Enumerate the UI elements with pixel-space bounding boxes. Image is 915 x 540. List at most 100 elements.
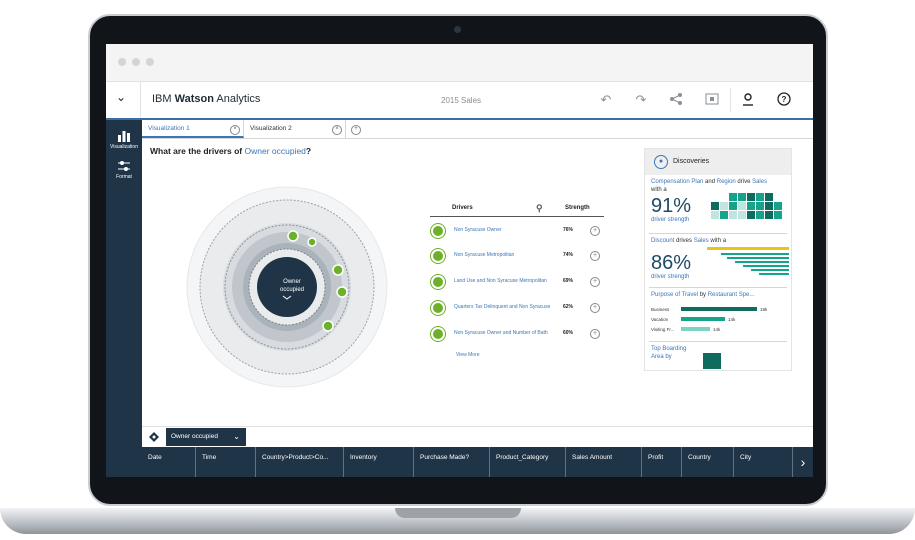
driver-indicator: [433, 303, 443, 313]
driver-label[interactable]: Quarters Tax Delinquent and Non Syracuse: [454, 304, 550, 310]
search-icon[interactable]: ⚲: [536, 203, 543, 214]
window-dot-1[interactable]: [118, 58, 126, 66]
question-target[interactable]: Owner occupied: [244, 146, 305, 156]
column-bar: Date Time Country>Product>Co... Inventor…: [142, 447, 813, 477]
view-more-link[interactable]: View More: [456, 352, 480, 358]
card2-bars: [707, 247, 789, 275]
card-separator: [649, 287, 787, 288]
undo-icon[interactable]: ↶: [598, 92, 614, 108]
redo-icon[interactable]: ↷: [633, 92, 649, 108]
header-divider: [140, 82, 141, 118]
driver-node[interactable]: [322, 320, 334, 332]
discoveries-panel: ● Discoveries Compensation Plan and Regi…: [644, 148, 792, 371]
laptop-notch: [395, 508, 521, 518]
save-icon[interactable]: [704, 92, 720, 108]
driver-node[interactable]: [307, 237, 317, 247]
webcam-icon: [454, 26, 461, 33]
card4-line2: Area by: [651, 354, 672, 360]
card3-bar-value: 14k: [728, 317, 736, 322]
card2-text: Discount drives Sales with a: [651, 237, 726, 245]
driver-strength: 76%: [563, 227, 574, 233]
tab-bar: Visualization 1 × Visualization 2 × +: [142, 120, 813, 139]
brand-prefix: IBM: [152, 93, 172, 105]
card1-part1: Compensation Plan: [651, 179, 704, 185]
svg-text:?: ?: [782, 95, 787, 104]
close-icon[interactable]: ×: [332, 125, 342, 135]
driver-node[interactable]: [336, 286, 348, 298]
driver-row[interactable]: Non Syracuse Metropolitan 74% +: [430, 247, 604, 267]
window-dot-2[interactable]: [132, 58, 140, 66]
column-city[interactable]: City: [734, 447, 793, 477]
sidebar-item-visualization[interactable]: Visualization: [106, 130, 142, 150]
column-inventory[interactable]: Inventory: [344, 447, 414, 477]
target-dropdown[interactable]: Owner occupied ⌄: [166, 428, 246, 446]
card3-part2: by: [698, 292, 708, 298]
driver-node[interactable]: [287, 230, 299, 242]
chevron-right-icon[interactable]: ›: [793, 447, 813, 477]
driver-label[interactable]: Non Syracuse Owner and Number of Bath: [454, 330, 548, 336]
dataset-name: 2015 Sales: [441, 96, 482, 105]
column-sales-amount[interactable]: Sales Amount: [566, 447, 642, 477]
tab-visualization-1[interactable]: Visualization 1 ×: [142, 120, 244, 138]
tab-label: Visualization 1: [148, 125, 190, 132]
driver-label[interactable]: Land Use and Non Syracuse Metropolitan: [454, 278, 547, 284]
card3-part3: Restaurant Spe...: [707, 292, 755, 298]
column-country[interactable]: Country: [682, 447, 734, 477]
chevron-down-icon: ⌄: [233, 432, 240, 441]
share-icon[interactable]: [668, 92, 684, 108]
help-icon[interactable]: ?: [776, 92, 792, 108]
card4-text: Top Boarding Area by: [651, 345, 686, 361]
tab-label: Visualization 2: [250, 125, 292, 132]
driver-row[interactable]: Non Syracuse Owner 76% +: [430, 222, 604, 242]
card1-part2: and: [703, 179, 717, 185]
driver-node[interactable]: [332, 264, 344, 276]
card3-part1: Purpose of Travel: [651, 292, 699, 298]
driver-strength: 69%: [563, 278, 574, 284]
driver-row[interactable]: Non Syracuse Owner and Number of Bath 60…: [430, 325, 604, 345]
column-product-category[interactable]: Product_Category: [490, 447, 566, 477]
driver-label[interactable]: Non Syracuse Metropolitan: [454, 252, 514, 258]
screen: ⌄ IBM Watson Analytics 2015 Sales ↶ ↷ ? …: [106, 44, 813, 477]
add-icon[interactable]: +: [590, 251, 600, 261]
driver-indicator: [433, 226, 443, 236]
drivers-header: Drivers ⚲ Strength: [430, 202, 604, 217]
strength-col-label: Strength: [565, 205, 590, 211]
chevron-down-icon[interactable]: ⌄: [116, 90, 130, 108]
tab-visualization-2[interactable]: Visualization 2 ×: [244, 120, 346, 138]
column-time[interactable]: Time: [196, 447, 256, 477]
lightbulb-icon: ●: [654, 155, 668, 169]
add-icon[interactable]: +: [590, 277, 600, 287]
window-dot-3[interactable]: [146, 58, 154, 66]
column-profit[interactable]: Profit: [642, 447, 682, 477]
target-dropdown-label: Owner occupied: [171, 433, 218, 440]
add-icon[interactable]: +: [590, 303, 600, 313]
card4-line1: Top Boarding: [651, 346, 687, 352]
center-label-line2: occupied: [279, 287, 305, 293]
column-country-product[interactable]: Country>Product>Co...: [256, 447, 344, 477]
driver-row[interactable]: Land Use and Non Syracuse Metropolitan 6…: [430, 273, 604, 293]
card3-bar-label: Visiting Fr...: [651, 327, 675, 332]
question-suffix: ?: [305, 146, 312, 156]
target-icon[interactable]: [149, 432, 159, 442]
driver-indicator: [433, 277, 443, 287]
card1-part6: with a: [651, 187, 667, 193]
center-label[interactable]: Owner occupied: [267, 278, 317, 294]
driver-row[interactable]: Quarters Tax Delinquent and Non Syracuse…: [430, 299, 604, 319]
close-icon[interactable]: ×: [230, 125, 240, 135]
card3-bar-value: 14k: [713, 327, 721, 332]
user-icon[interactable]: [740, 92, 756, 108]
driver-label[interactable]: Non Syracuse Owner: [454, 227, 502, 233]
sidebar-label-visualization: Visualization: [110, 144, 138, 150]
card3-bar-label: Business: [651, 307, 670, 312]
app-header: ⌄ IBM Watson Analytics 2015 Sales ↶ ↷ ?: [106, 82, 813, 120]
card1-caption: driver strength: [651, 217, 690, 223]
driver-strength: 74%: [563, 252, 574, 258]
column-date[interactable]: Date: [142, 447, 196, 477]
center-label-line1: Owner: [283, 279, 301, 285]
add-tab-button[interactable]: +: [346, 120, 364, 138]
sidebar-item-format[interactable]: Format: [106, 160, 142, 180]
add-icon[interactable]: +: [590, 226, 600, 236]
card3-bar-label: Vacation: [651, 317, 669, 322]
column-purchase-made[interactable]: Purchase Made?: [414, 447, 490, 477]
add-icon[interactable]: +: [590, 329, 600, 339]
